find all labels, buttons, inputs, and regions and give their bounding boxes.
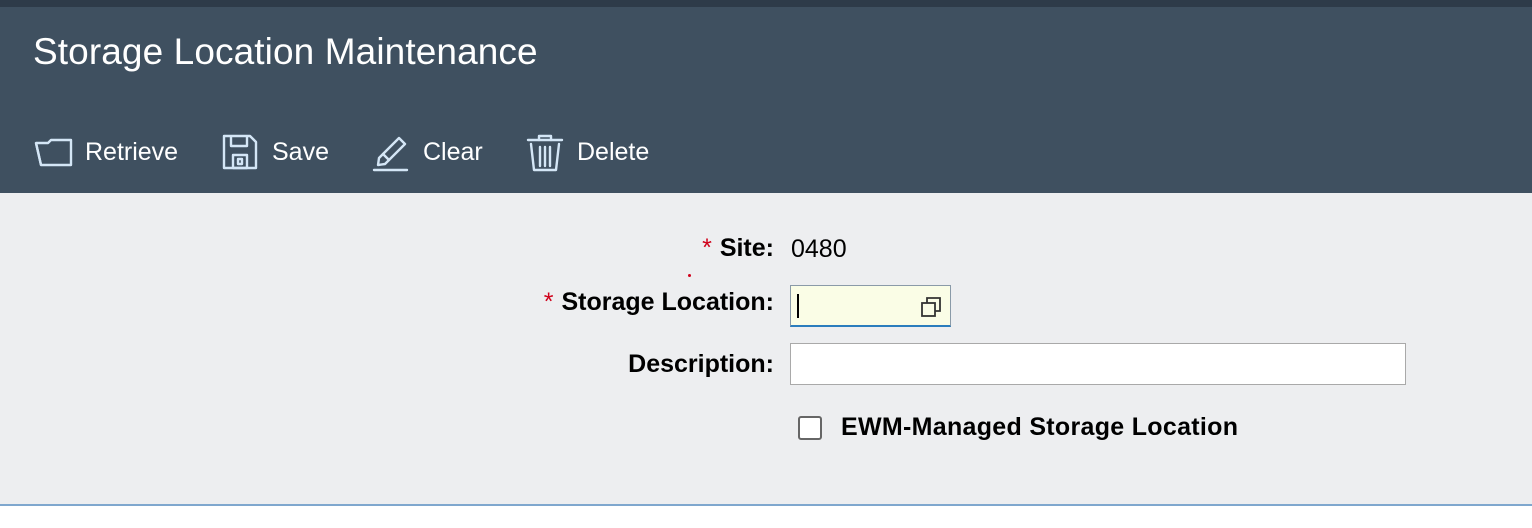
ewm-managed-label[interactable]: EWM-Managed Storage Location <box>841 413 1238 442</box>
delete-button[interactable]: Delete <box>525 129 649 175</box>
description-input[interactable] <box>790 343 1406 385</box>
storage-location-input[interactable] <box>790 285 951 327</box>
page-header: Storage Location Maintenance Retrieve Sa… <box>0 7 1532 193</box>
text-cursor <box>797 294 799 318</box>
form-panel: * Site: 0480 * Storage Location: Descripti… <box>0 193 1532 504</box>
storage-location-label: * Storage Location: <box>543 288 774 316</box>
clear-button[interactable]: Clear <box>371 129 483 175</box>
description-label: Description: <box>628 350 774 378</box>
open-folder-icon <box>33 132 73 172</box>
top-strip <box>0 0 1532 7</box>
page-title: Storage Location Maintenance <box>33 31 538 72</box>
site-label: * Site: <box>702 234 774 262</box>
toolbar: Retrieve Save Clear Delete <box>0 125 800 185</box>
retrieve-label: Retrieve <box>85 137 179 166</box>
clear-label: Clear <box>423 137 483 166</box>
save-label: Save <box>272 137 329 166</box>
floppy-disk-icon <box>220 132 260 172</box>
retrieve-button[interactable]: Retrieve <box>33 129 178 175</box>
ewm-managed-checkbox[interactable] <box>798 416 822 440</box>
site-value: 0480 <box>791 235 847 263</box>
required-marker: * <box>543 288 554 316</box>
delete-label: Delete <box>577 137 650 166</box>
eraser-icon <box>371 132 411 172</box>
trash-icon <box>525 132 565 172</box>
save-button[interactable]: Save <box>220 129 329 175</box>
required-marker: * <box>702 234 712 262</box>
footer-area <box>0 506 1532 528</box>
required-indicator-dot <box>688 274 691 277</box>
value-help-icon[interactable] <box>920 296 942 323</box>
